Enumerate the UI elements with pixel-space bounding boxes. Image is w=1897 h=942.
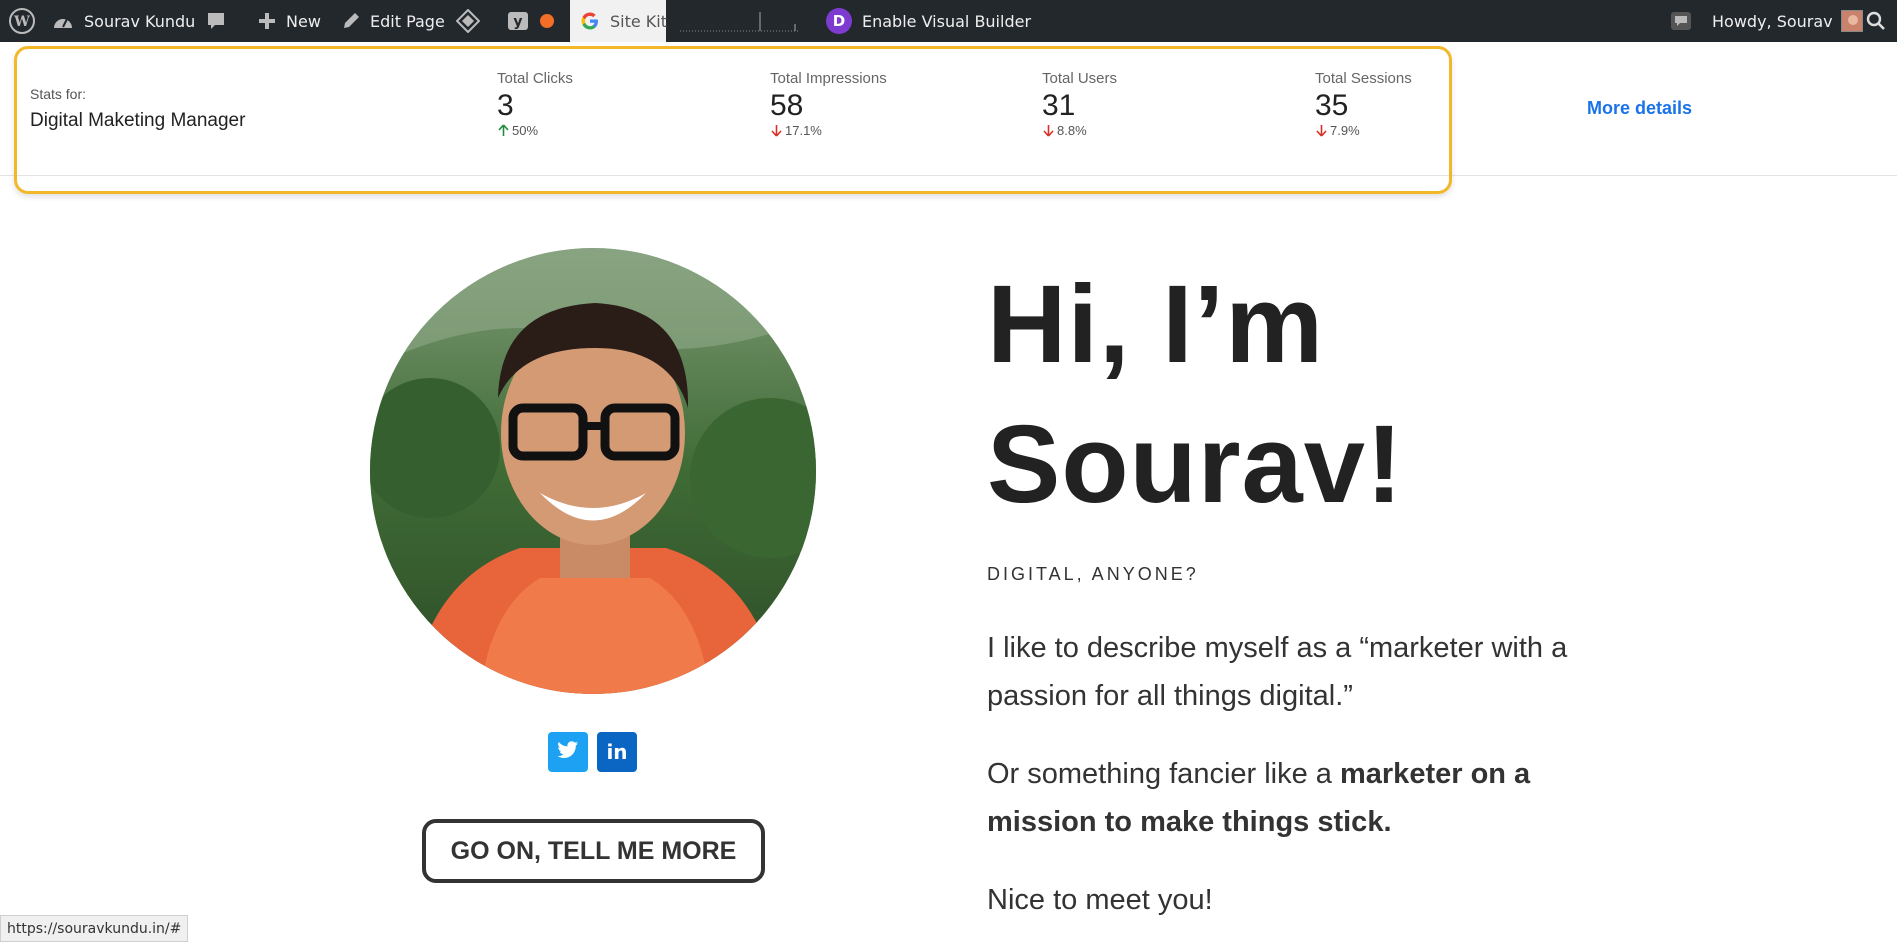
- new-content-button[interactable]: New: [258, 0, 321, 42]
- visual-builder-label: Enable Visual Builder: [862, 11, 1032, 31]
- metric-value: 58: [770, 89, 804, 122]
- plugin-diamond-button[interactable]: [456, 0, 490, 42]
- metric-label: Total Clicks: [497, 70, 573, 87]
- intro-paragraph: I like to describe myself as a “marketer…: [987, 632, 1568, 712]
- linkedin-icon: in: [606, 740, 628, 764]
- search-icon: [1866, 11, 1886, 31]
- site-kit-tab[interactable]: Site Kit: [570, 0, 668, 42]
- wordpress-icon: W: [8, 7, 36, 35]
- avatar: [1840, 10, 1863, 32]
- metric-change: 17.1%: [770, 123, 887, 138]
- site-kit-label: Site Kit: [610, 11, 668, 31]
- metric-label: Total Users: [1042, 70, 1118, 87]
- wp-admin-bar: W Sourav Kundu New Edit Page y Site Kit …: [0, 0, 1897, 42]
- metric-total-users: Total Users 31 8.8%: [1042, 70, 1117, 138]
- seo-status-dot: [540, 14, 554, 28]
- traffic-sparkline[interactable]: [680, 8, 800, 34]
- metric-label: Total Sessions: [1315, 70, 1412, 87]
- comment-bubble-icon: [206, 11, 226, 31]
- more-details-link[interactable]: More details: [1587, 98, 1692, 119]
- comments-button[interactable]: [206, 0, 236, 42]
- dashboard-icon: [52, 12, 74, 30]
- linkedin-button[interactable]: in: [597, 732, 637, 772]
- metric-total-sessions: Total Sessions 35 7.9%: [1315, 70, 1412, 138]
- twitter-bird-icon: [557, 740, 579, 764]
- twitter-button[interactable]: [548, 732, 588, 772]
- diamond-icon: [456, 9, 480, 33]
- browser-status-url: https://souravkundu.in/#: [0, 915, 189, 942]
- metric-change: 7.9%: [1315, 123, 1412, 138]
- edit-page-label: Edit Page: [370, 11, 445, 31]
- arrow-down-icon: [1315, 124, 1328, 137]
- hero-heading: Hi, I’m Sourav!: [987, 263, 1404, 526]
- arrow-down-icon: [770, 124, 783, 137]
- metric-total-clicks: Total Clicks 3 50%: [497, 70, 573, 138]
- hero-eyebrow: DIGITAL, ANYONE?: [987, 564, 1199, 584]
- wordpress-logo-button[interactable]: W: [8, 0, 46, 42]
- svg-text:W: W: [13, 14, 30, 30]
- metric-change: 50%: [497, 123, 573, 138]
- chat-icon: [1670, 11, 1692, 31]
- search-button[interactable]: [1866, 0, 1896, 42]
- plus-icon: [258, 12, 276, 30]
- metric-value: 3: [497, 89, 514, 122]
- new-label: New: [286, 11, 321, 31]
- metric-change: 8.8%: [1042, 123, 1117, 138]
- howdy-label: Howdy, Sourav: [1712, 11, 1833, 31]
- edit-page-button[interactable]: Edit Page: [342, 0, 445, 42]
- stats-page-name: Digital Maketing Manager: [30, 110, 246, 131]
- divi-logo-icon: D: [826, 8, 852, 34]
- site-name-link[interactable]: Sourav Kundu: [52, 0, 195, 42]
- metric-value: 31: [1042, 89, 1076, 122]
- mission-paragraph: Or something fancier like a marketer on …: [987, 758, 1531, 838]
- metric-label: Total Impressions: [770, 70, 887, 87]
- greeting-paragraph: Nice to meet you!: [987, 884, 1213, 916]
- pencil-icon: [342, 12, 360, 30]
- visual-builder-button[interactable]: D Enable Visual Builder: [826, 0, 1031, 42]
- arrow-up-icon: [497, 124, 510, 137]
- svg-text:y: y: [513, 14, 522, 30]
- profile-photo: [370, 248, 816, 694]
- arrow-down-icon: [1042, 124, 1055, 137]
- site-name-label: Sourav Kundu: [84, 11, 196, 31]
- yoast-seo-button[interactable]: y: [506, 0, 554, 42]
- metric-total-impressions: Total Impressions 58 17.1%: [770, 70, 887, 138]
- my-account-button[interactable]: Howdy, Sourav: [1712, 0, 1863, 42]
- yoast-icon: y: [506, 9, 530, 33]
- stats-for-label: Stats for:: [30, 86, 87, 102]
- metric-value: 35: [1315, 89, 1349, 122]
- google-g-icon: [580, 11, 600, 31]
- tell-me-more-button[interactable]: GO ON, TELL ME MORE: [422, 819, 765, 883]
- notifications-button[interactable]: [1670, 0, 1702, 42]
